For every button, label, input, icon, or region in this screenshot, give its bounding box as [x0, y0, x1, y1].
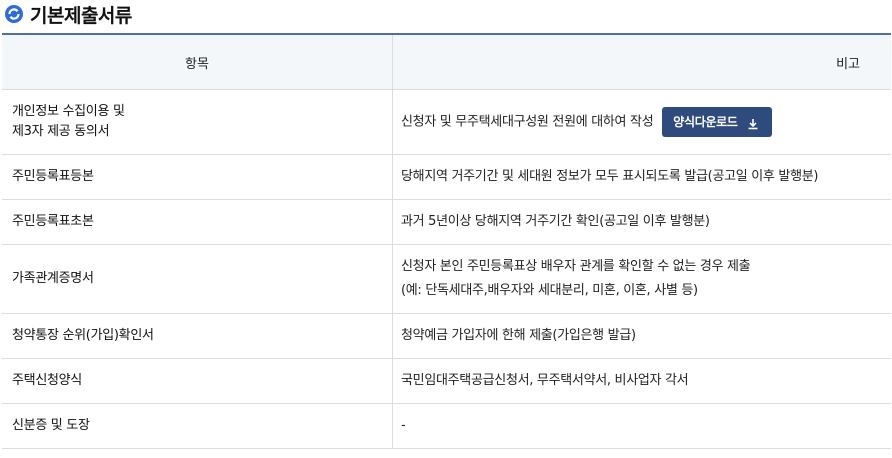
table-row: 주민등록표초본 과거 5년이상 당해지역 거주기간 확인(공고일 이후 발행분) — [2, 199, 891, 245]
form-download-button[interactable]: 양식다운로드 — [662, 107, 772, 137]
documents-table: 항목 비고 개인정보 수집이용 및 제3자 제공 동의서 신청자 및 무주택세대… — [2, 33, 891, 449]
table-row: 개인정보 수집이용 및 제3자 제공 동의서 신청자 및 무주택세대구성원 전원… — [2, 89, 891, 155]
table-row: 신분증 및 도장 - — [2, 403, 891, 449]
row-item-cell: 가족관계증명서 — [2, 244, 393, 314]
section-title: 기본제출서류 — [30, 4, 132, 27]
row-item-line: 개인정보 수집이용 및 — [12, 104, 125, 119]
row-note-cell: 당해지역 거주기간 및 세대원 정보가 모두 표시되도록 발급(공고일 이후 발… — [392, 154, 891, 200]
row-note-cell: 과거 5년이상 당해지역 거주기간 확인(공고일 이후 발행분) — [392, 199, 891, 245]
table-row: 주민등록표등본 당해지역 거주기간 및 세대원 정보가 모두 표시되도록 발급(… — [2, 154, 891, 200]
row-note-line: (예: 단독세대주,배우자와 세대분리, 미혼, 이혼, 사별 등) — [401, 283, 698, 298]
row-note-cell: - — [392, 403, 891, 449]
row-note-cell: 신청자 및 무주택세대구성원 전원에 대하여 작성 양식다운로드 — [392, 89, 891, 155]
row-note-line: 신청자 본인 주민등록표상 배우자 관계를 확인할 수 없는 경우 제출 — [401, 259, 751, 274]
row-note-cell: 국민임대주택공급신청서, 무주택서약서, 비사업자 각서 — [392, 358, 891, 404]
row-item-cell: 신분증 및 도장 — [2, 403, 393, 449]
row-item-cell: 주민등록표초본 — [2, 199, 393, 245]
table-row: 주택신청양식 국민임대주택공급신청서, 무주택서약서, 비사업자 각서 — [2, 358, 891, 404]
row-item-cell: 주택신청양식 — [2, 358, 393, 404]
section-heading: 기본제출서류 — [0, 0, 892, 28]
download-icon — [747, 116, 759, 130]
table-row: 가족관계증명서 신청자 본인 주민등록표상 배우자 관계를 확인할 수 없는 경… — [2, 244, 891, 314]
row-item-line: 제3자 제공 동의서 — [12, 124, 110, 139]
row-item-cell: 주민등록표등본 — [2, 154, 393, 200]
refresh-circle-icon — [4, 4, 24, 24]
column-header-item: 항목 — [2, 33, 393, 90]
column-header-note: 비고 — [392, 33, 891, 90]
row-note-cell: 청약예금 가입자에 한해 제출(가입은행 발급) — [392, 313, 891, 359]
download-button-label: 양식다운로드 — [673, 115, 738, 129]
table-row: 청약통장 순위(가입)확인서 청약예금 가입자에 한해 제출(가입은행 발급) — [2, 313, 891, 359]
table-header-row: 항목 비고 — [2, 33, 891, 90]
row-note-cell: 신청자 본인 주민등록표상 배우자 관계를 확인할 수 없는 경우 제출 (예:… — [392, 244, 891, 314]
row-note-text: 신청자 및 무주택세대구성원 전원에 대하여 작성 — [401, 114, 654, 130]
row-item-cell: 개인정보 수집이용 및 제3자 제공 동의서 — [2, 89, 393, 155]
row-item-cell: 청약통장 순위(가입)확인서 — [2, 313, 393, 359]
